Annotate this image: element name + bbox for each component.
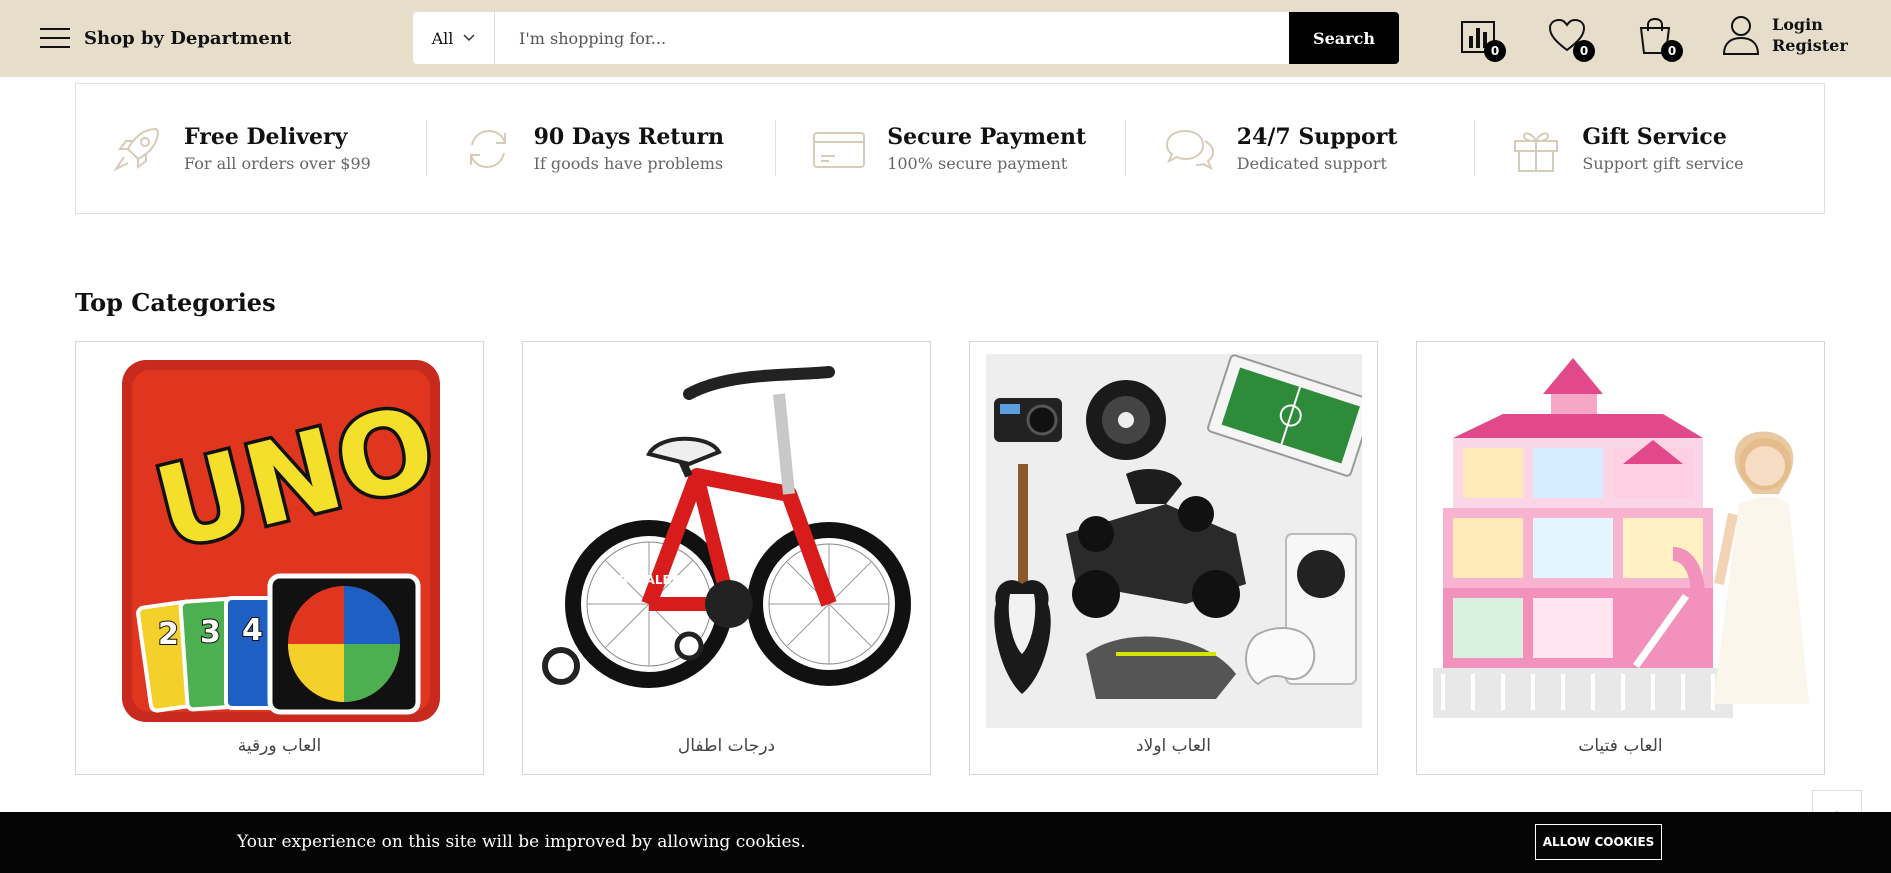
feature-title: Gift Service <box>1582 124 1727 150</box>
category-name: درجات اطفال <box>677 736 776 756</box>
feature-subtitle: Dedicated support <box>1236 154 1387 173</box>
wishlist-button[interactable]: 0 <box>1547 16 1595 62</box>
feature-subtitle: For all orders over $99 <box>184 154 371 173</box>
account-links: Login Register <box>1772 15 1848 55</box>
dollhouse-image <box>1433 354 1809 728</box>
user-icon <box>1722 16 1760 55</box>
uno-card-game-image: UNO 2 3 4 <box>122 360 451 722</box>
gift-icon <box>1514 131 1559 172</box>
chat-icon <box>1165 129 1214 170</box>
category-card-girls-toys[interactable]: العاب فتيات <box>1416 341 1825 775</box>
svg-text:ROYALBABY: ROYALBABY <box>619 573 698 587</box>
feature-support: 24/7 Support Dedicated support <box>1124 84 1475 213</box>
kids-bicycle-image: ROYALBABY <box>542 366 911 688</box>
credit-card-icon <box>813 131 866 168</box>
search-category-select[interactable]: All <box>413 12 495 64</box>
refresh-icon <box>469 129 506 168</box>
feature-secure-payment: Secure Payment 100% secure payment <box>775 84 1125 213</box>
category-card-boys-toys[interactable]: العاب اولاد <box>969 341 1378 775</box>
rocket-icon <box>113 127 160 172</box>
compare-count-badge: 0 <box>1484 40 1506 62</box>
category-name: العاب اولاد <box>1136 736 1211 756</box>
feature-subtitle: 100% secure payment <box>887 154 1068 173</box>
search-button[interactable]: Search <box>1289 12 1399 64</box>
wishlist-count-badge: 0 <box>1573 40 1595 62</box>
hamburger-menu-icon <box>40 28 70 48</box>
cart-button[interactable]: 0 <box>1635 16 1683 62</box>
search-bar: All Search <box>413 12 1399 64</box>
category-name: العاب ورقية <box>237 736 322 756</box>
svg-text:4: 4 <box>242 613 263 648</box>
top-categories-title: Top Categories <box>75 288 276 317</box>
shop-by-department-label: Shop by Department <box>84 27 292 49</box>
register-link[interactable]: Register <box>1772 36 1848 55</box>
login-link[interactable]: Login <box>1772 15 1848 34</box>
site-header: Shop by Department All Search 0 0 <box>0 0 1891 77</box>
feature-subtitle: If goods have problems <box>533 154 724 173</box>
compare-button[interactable]: 0 <box>1458 16 1506 62</box>
shop-by-department-button[interactable]: Shop by Department <box>40 20 291 56</box>
chevron-down-icon <box>463 34 475 42</box>
cookie-consent-bar: Your experience on this site will be imp… <box>0 812 1891 873</box>
feature-title: 24/7 Support <box>1236 124 1398 150</box>
account-area: Login Register <box>1722 14 1848 56</box>
feature-gift-service: Gift Service Support gift service <box>1474 84 1824 213</box>
features-bar: Free Delivery For all orders over $99 90… <box>75 83 1825 214</box>
category-name: العاب فتيات <box>1578 736 1663 756</box>
categories-grid: UNO 2 3 4 العاب ورقية ROYALBABY درجات اط… <box>75 341 1825 775</box>
feature-subtitle: Support gift service <box>1582 154 1744 173</box>
feature-free-delivery: Free Delivery For all orders over $99 <box>76 84 426 213</box>
svg-text:3: 3 <box>200 615 221 650</box>
category-card-kids-bikes[interactable]: ROYALBABY درجات اطفال <box>522 341 931 775</box>
svg-text:2: 2 <box>158 617 179 652</box>
feature-days-return: 90 Days Return If goods have problems <box>425 84 776 213</box>
allow-cookies-button[interactable]: ALLOW COOKIES <box>1535 824 1662 860</box>
feature-title: Secure Payment <box>887 124 1087 150</box>
boys-toys-collage-image <box>986 354 1362 728</box>
category-card-card-games[interactable]: UNO 2 3 4 العاب ورقية <box>75 341 484 775</box>
cart-count-badge: 0 <box>1661 40 1683 62</box>
feature-title: 90 Days Return <box>533 124 725 150</box>
cookie-message: Your experience on this site will be imp… <box>237 832 806 852</box>
feature-title: Free Delivery <box>184 124 348 150</box>
search-input[interactable] <box>495 12 1289 64</box>
search-category-value: All <box>431 28 454 48</box>
